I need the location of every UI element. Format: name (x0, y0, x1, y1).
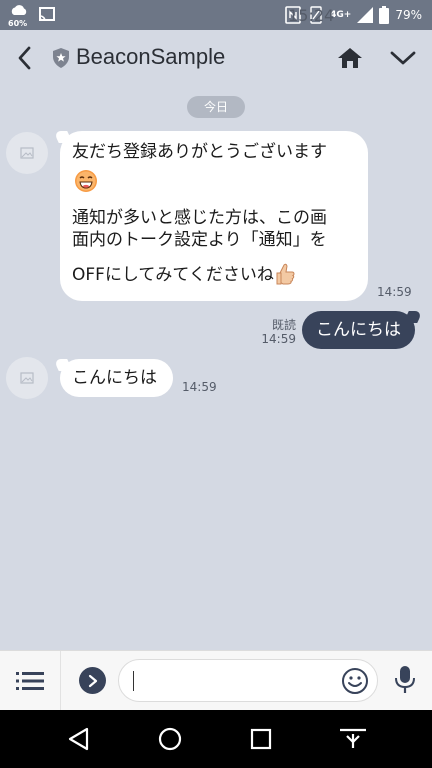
date-badge: 今日 (187, 96, 245, 118)
chat-title: BeaconSample (76, 44, 226, 69)
message-text-line: 友だち登録ありがとうございます (72, 142, 327, 162)
image-placeholder-icon (20, 372, 34, 384)
chat-header: BeaconSample (0, 30, 432, 86)
message-text-line: OFFにしてみてくださいね (72, 265, 274, 285)
message-text-line: 面内のトーク設定より「通知」を (72, 230, 327, 250)
cast-icon (39, 7, 55, 22)
message-text: こんにちは (72, 368, 157, 388)
battery-icon (379, 6, 390, 24)
chevron-right-icon (88, 674, 97, 687)
notification-pulldown-icon[interactable] (338, 726, 368, 752)
status-bar: 60% 4G+ 79% 15:24 (0, 0, 432, 30)
menu-list-icon[interactable] (16, 669, 44, 693)
thumbs-up-emoji-icon (276, 263, 295, 285)
home-circle-icon[interactable] (157, 726, 183, 752)
clock: 15:24 (288, 5, 335, 25)
message-text: こんにちは (316, 320, 401, 340)
message-time: 14:59 (377, 285, 412, 299)
message-bubble-incoming[interactable]: 友だち登録ありがとうございます 通知が多いと感じた方は、この画 面内のトーク設定… (53, 131, 368, 301)
recents-square-icon[interactable] (249, 726, 273, 752)
home-icon[interactable] (337, 46, 363, 70)
battery-percent: 79% (395, 8, 422, 22)
read-label: 既読 (271, 318, 296, 332)
message-time: 14:59 (182, 380, 217, 394)
message-bubble-incoming[interactable]: こんにちは (53, 359, 173, 397)
microphone-icon[interactable] (393, 665, 417, 695)
message-text-line: 通知が多いと感じた方は、この画 (72, 208, 327, 228)
avatar[interactable] (6, 132, 48, 174)
expand-button[interactable] (79, 667, 106, 694)
image-placeholder-icon (20, 147, 34, 159)
signal-icon (357, 7, 374, 23)
message-bubble-outgoing[interactable]: こんにちは (302, 311, 423, 349)
read-receipt: 既読 14:59 (258, 318, 296, 346)
smiley-icon[interactable] (341, 667, 369, 695)
weather-percent: 60% (8, 19, 28, 28)
chevron-down-icon[interactable] (389, 48, 417, 68)
weather-icon: 60% (8, 3, 30, 28)
back-triangle-icon[interactable] (66, 726, 92, 752)
message-input[interactable] (118, 659, 378, 702)
avatar[interactable] (6, 357, 48, 399)
back-icon[interactable] (12, 44, 38, 72)
navigation-bar (0, 710, 432, 768)
shield-star-icon (53, 48, 69, 68)
grinning-face-emoji-icon (75, 170, 97, 192)
message-time: 14:59 (261, 332, 296, 346)
